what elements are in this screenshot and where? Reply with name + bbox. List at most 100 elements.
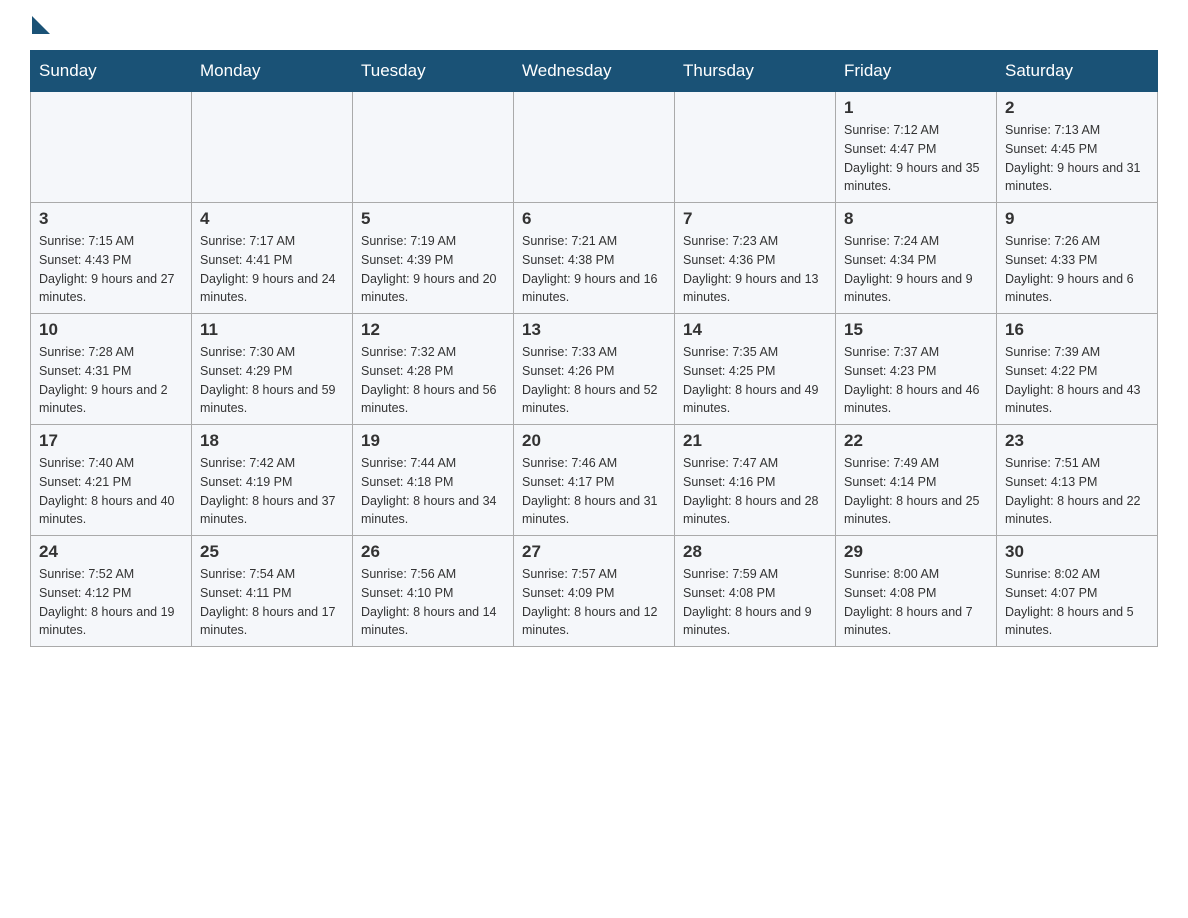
- day-info: Sunrise: 7:46 AM Sunset: 4:17 PM Dayligh…: [522, 454, 666, 529]
- day-info: Sunrise: 7:21 AM Sunset: 4:38 PM Dayligh…: [522, 232, 666, 307]
- day-info: Sunrise: 7:33 AM Sunset: 4:26 PM Dayligh…: [522, 343, 666, 418]
- calendar-day-15: 15Sunrise: 7:37 AM Sunset: 4:23 PM Dayli…: [836, 314, 997, 425]
- calendar-day-5: 5 Sunrise: 7:19 AM Sunset: 4:39 PM Daylig…: [353, 203, 514, 314]
- calendar-week-row: 10 Sunrise: 7:28 AM Sunset: 4:31 PM Dayli…: [31, 314, 1158, 425]
- weekday-header-wednesday: Wednesday: [514, 51, 675, 92]
- calendar-day-26: 26 Sunrise: 7:56 AM Sunset: 4:10 PM Dayli…: [353, 536, 514, 647]
- page-header: [30, 20, 1158, 30]
- calendar-day-19: 19 Sunrise: 7:44 AM Sunset: 4:18 PM Dayli…: [353, 425, 514, 536]
- day-info: Sunrise: 7:56 AM Sunset: 4:10 PM Dayligh…: [361, 565, 505, 640]
- day-number: 15: [844, 320, 988, 340]
- day-number: 2: [1005, 98, 1149, 118]
- day-number: 11: [200, 320, 344, 340]
- calendar-day-empty: [192, 92, 353, 203]
- day-number: 25: [200, 542, 344, 562]
- calendar-day-6: 6 Sunrise: 7:21 AM Sunset: 4:38 PM Daylig…: [514, 203, 675, 314]
- calendar-week-row: 17 Sunrise: 7:40 AM Sunset: 4:21 PM Dayli…: [31, 425, 1158, 536]
- calendar-day-20: 20 Sunrise: 7:46 AM Sunset: 4:17 PM Dayli…: [514, 425, 675, 536]
- calendar-day-empty: [353, 92, 514, 203]
- day-number: 19: [361, 431, 505, 451]
- calendar-day-28: 28 Sunrise: 7:59 AM Sunset: 4:08 PM Dayli…: [675, 536, 836, 647]
- day-info: Sunrise: 7:32 AM Sunset: 4:28 PM Dayligh…: [361, 343, 505, 418]
- day-info: Sunrise: 7:26 AM Sunset: 4:33 PM Dayligh…: [1005, 232, 1149, 307]
- day-info: Sunrise: 7:51 AM Sunset: 4:13 PM Dayligh…: [1005, 454, 1149, 529]
- day-info: Sunrise: 8:00 AM Sunset: 4:08 PM Dayligh…: [844, 565, 988, 640]
- day-number: 16: [1005, 320, 1149, 340]
- day-info: Sunrise: 7:17 AM Sunset: 4:41 PM Dayligh…: [200, 232, 344, 307]
- day-number: 29: [844, 542, 988, 562]
- logo-arrow-icon: [32, 16, 50, 34]
- calendar-day-13: 13 Sunrise: 7:33 AM Sunset: 4:26 PM Dayli…: [514, 314, 675, 425]
- calendar-day-27: 27 Sunrise: 7:57 AM Sunset: 4:09 PM Dayli…: [514, 536, 675, 647]
- day-number: 8: [844, 209, 988, 229]
- weekday-header-thursday: Thursday: [675, 51, 836, 92]
- day-info: Sunrise: 7:39 AM Sunset: 4:22 PM Dayligh…: [1005, 343, 1149, 418]
- calendar-day-30: 30 Sunrise: 8:02 AM Sunset: 4:07 PM Dayli…: [997, 536, 1158, 647]
- day-info: Sunrise: 7:54 AM Sunset: 4:11 PM Dayligh…: [200, 565, 344, 640]
- calendar-day-7: 7Sunrise: 7:23 AM Sunset: 4:36 PM Daylig…: [675, 203, 836, 314]
- calendar-week-row: 3 Sunrise: 7:15 AM Sunset: 4:43 PM Daylig…: [31, 203, 1158, 314]
- calendar-week-row: 1Sunrise: 7:12 AM Sunset: 4:47 PM Daylig…: [31, 92, 1158, 203]
- day-info: Sunrise: 7:49 AM Sunset: 4:14 PM Dayligh…: [844, 454, 988, 529]
- calendar-day-14: 14Sunrise: 7:35 AM Sunset: 4:25 PM Dayli…: [675, 314, 836, 425]
- calendar-day-10: 10 Sunrise: 7:28 AM Sunset: 4:31 PM Dayli…: [31, 314, 192, 425]
- day-info: Sunrise: 7:19 AM Sunset: 4:39 PM Dayligh…: [361, 232, 505, 307]
- day-number: 27: [522, 542, 666, 562]
- calendar-day-9: 9 Sunrise: 7:26 AM Sunset: 4:33 PM Daylig…: [997, 203, 1158, 314]
- day-info: Sunrise: 7:12 AM Sunset: 4:47 PM Dayligh…: [844, 121, 988, 196]
- day-info: Sunrise: 7:40 AM Sunset: 4:21 PM Dayligh…: [39, 454, 183, 529]
- calendar-day-4: 4Sunrise: 7:17 AM Sunset: 4:41 PM Daylig…: [192, 203, 353, 314]
- day-number: 18: [200, 431, 344, 451]
- calendar-day-18: 18 Sunrise: 7:42 AM Sunset: 4:19 PM Dayli…: [192, 425, 353, 536]
- weekday-header-row: SundayMondayTuesdayWednesdayThursdayFrid…: [31, 51, 1158, 92]
- day-info: Sunrise: 7:47 AM Sunset: 4:16 PM Dayligh…: [683, 454, 827, 529]
- day-number: 10: [39, 320, 183, 340]
- day-info: Sunrise: 7:52 AM Sunset: 4:12 PM Dayligh…: [39, 565, 183, 640]
- day-number: 9: [1005, 209, 1149, 229]
- calendar-day-29: 29 Sunrise: 8:00 AM Sunset: 4:08 PM Dayli…: [836, 536, 997, 647]
- calendar-day-16: 16 Sunrise: 7:39 AM Sunset: 4:22 PM Dayli…: [997, 314, 1158, 425]
- day-number: 26: [361, 542, 505, 562]
- weekday-header-saturday: Saturday: [997, 51, 1158, 92]
- day-number: 23: [1005, 431, 1149, 451]
- weekday-header-tuesday: Tuesday: [353, 51, 514, 92]
- day-info: Sunrise: 7:57 AM Sunset: 4:09 PM Dayligh…: [522, 565, 666, 640]
- day-number: 17: [39, 431, 183, 451]
- day-number: 21: [683, 431, 827, 451]
- day-number: 24: [39, 542, 183, 562]
- calendar-day-8: 8Sunrise: 7:24 AM Sunset: 4:34 PM Daylig…: [836, 203, 997, 314]
- day-info: Sunrise: 7:42 AM Sunset: 4:19 PM Dayligh…: [200, 454, 344, 529]
- day-number: 30: [1005, 542, 1149, 562]
- day-info: Sunrise: 8:02 AM Sunset: 4:07 PM Dayligh…: [1005, 565, 1149, 640]
- calendar-day-empty: [514, 92, 675, 203]
- day-number: 22: [844, 431, 988, 451]
- day-number: 20: [522, 431, 666, 451]
- day-info: Sunrise: 7:28 AM Sunset: 4:31 PM Dayligh…: [39, 343, 183, 418]
- day-number: 13: [522, 320, 666, 340]
- day-info: Sunrise: 7:59 AM Sunset: 4:08 PM Dayligh…: [683, 565, 827, 640]
- day-info: Sunrise: 7:35 AM Sunset: 4:25 PM Dayligh…: [683, 343, 827, 418]
- day-info: Sunrise: 7:23 AM Sunset: 4:36 PM Dayligh…: [683, 232, 827, 307]
- calendar-day-23: 23 Sunrise: 7:51 AM Sunset: 4:13 PM Dayli…: [997, 425, 1158, 536]
- day-info: Sunrise: 7:15 AM Sunset: 4:43 PM Dayligh…: [39, 232, 183, 307]
- day-number: 28: [683, 542, 827, 562]
- logo: [30, 20, 50, 30]
- calendar-day-25: 25 Sunrise: 7:54 AM Sunset: 4:11 PM Dayli…: [192, 536, 353, 647]
- calendar-day-12: 12 Sunrise: 7:32 AM Sunset: 4:28 PM Dayli…: [353, 314, 514, 425]
- weekday-header-sunday: Sunday: [31, 51, 192, 92]
- calendar-day-2: 2 Sunrise: 7:13 AM Sunset: 4:45 PM Daylig…: [997, 92, 1158, 203]
- day-info: Sunrise: 7:13 AM Sunset: 4:45 PM Dayligh…: [1005, 121, 1149, 196]
- calendar-day-empty: [31, 92, 192, 203]
- calendar-day-24: 24 Sunrise: 7:52 AM Sunset: 4:12 PM Dayli…: [31, 536, 192, 647]
- day-number: 12: [361, 320, 505, 340]
- calendar-day-22: 22 Sunrise: 7:49 AM Sunset: 4:14 PM Dayli…: [836, 425, 997, 536]
- calendar-day-3: 3 Sunrise: 7:15 AM Sunset: 4:43 PM Daylig…: [31, 203, 192, 314]
- day-number: 3: [39, 209, 183, 229]
- calendar-day-21: 21 Sunrise: 7:47 AM Sunset: 4:16 PM Dayli…: [675, 425, 836, 536]
- day-number: 5: [361, 209, 505, 229]
- weekday-header-monday: Monday: [192, 51, 353, 92]
- calendar-day-11: 11Sunrise: 7:30 AM Sunset: 4:29 PM Dayli…: [192, 314, 353, 425]
- calendar-day-17: 17 Sunrise: 7:40 AM Sunset: 4:21 PM Dayli…: [31, 425, 192, 536]
- day-number: 6: [522, 209, 666, 229]
- day-info: Sunrise: 7:44 AM Sunset: 4:18 PM Dayligh…: [361, 454, 505, 529]
